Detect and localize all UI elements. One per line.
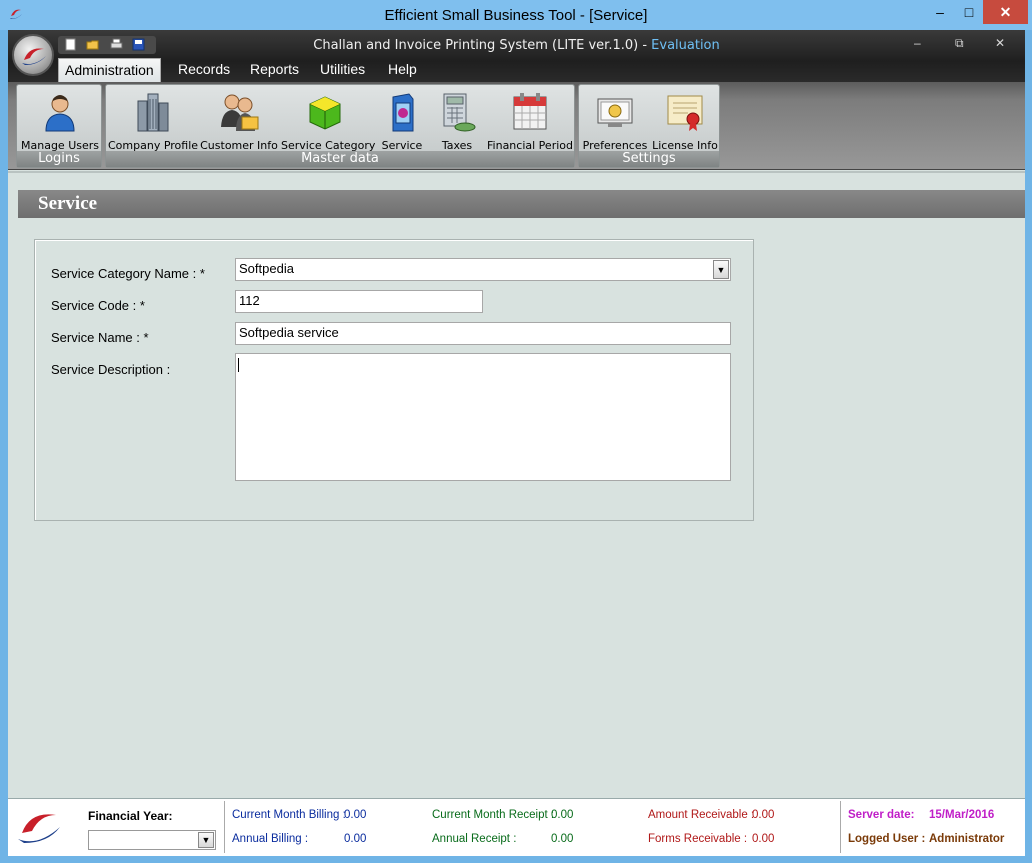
ribbon: Manage Users Logins Company Profile Cust… bbox=[8, 82, 1025, 170]
certificate-icon bbox=[667, 95, 703, 131]
app-client-area: Challan and Invoice Printing System (LIT… bbox=[8, 30, 1025, 856]
preferences-icon bbox=[597, 98, 633, 127]
service-description-field-label: Service Description : bbox=[51, 362, 171, 377]
service-code-input[interactable]: 112 bbox=[235, 290, 483, 313]
current-month-receipt-value: 0.00 bbox=[551, 809, 574, 821]
page-title: Service bbox=[18, 190, 1025, 218]
calendar-icon bbox=[513, 93, 547, 130]
service-category-value: Softpedia bbox=[239, 261, 294, 276]
current-month-billing-label: Current Month Billing : bbox=[232, 809, 346, 821]
ribbon-group-settings-label: Settings bbox=[579, 151, 719, 167]
menu-help[interactable]: Help bbox=[382, 58, 423, 82]
amount-receivable-value: 0.00 bbox=[752, 809, 775, 821]
license-info-button[interactable]: License Info bbox=[651, 89, 719, 152]
annual-billing-value: 0.00 bbox=[344, 833, 367, 845]
window-close-button[interactable]: ✕ bbox=[983, 0, 1028, 24]
app-minimize-button[interactable]: – bbox=[914, 36, 921, 50]
ribbon-group-logins-label: Logins bbox=[17, 151, 101, 167]
service-category-select[interactable]: Softpedia ▼ bbox=[235, 258, 731, 281]
status-divider bbox=[840, 801, 841, 853]
app-caption: Challan and Invoice Printing System (LIT… bbox=[8, 38, 1025, 53]
service-category-button[interactable]: Service Category bbox=[281, 89, 375, 152]
content-area: Service Service Category Name : * Softpe… bbox=[8, 171, 1025, 797]
annual-billing-label: Annual Billing : bbox=[232, 833, 309, 845]
service-code-field-label: Service Code : * bbox=[51, 298, 145, 313]
ribbon-group-master-data: Company Profile Customer Info Service Ca… bbox=[105, 84, 575, 168]
customers-icon bbox=[221, 94, 259, 131]
service-form: Service Category Name : * Softpedia ▼ Se… bbox=[34, 239, 754, 521]
menu-reports[interactable]: Reports bbox=[244, 58, 305, 82]
service-category-field-label: Service Category Name : * bbox=[51, 266, 205, 281]
app-restore-button[interactable]: ⧉ bbox=[955, 36, 964, 51]
forms-receivable-label: Forms Receivable : bbox=[648, 833, 748, 845]
customer-info-button[interactable]: Customer Info bbox=[200, 89, 278, 152]
status-divider bbox=[224, 801, 225, 853]
status-bar: Financial Year: ▼ Current Month Billing … bbox=[8, 798, 1025, 856]
annual-receipt-value: 0.00 bbox=[551, 833, 574, 845]
app-close-button[interactable]: ✕ bbox=[995, 36, 1005, 50]
logged-user-value: Administrator bbox=[929, 833, 1005, 845]
menu-administration[interactable]: Administration bbox=[58, 58, 161, 82]
app-edition: Evaluation bbox=[651, 38, 720, 53]
service-box-icon bbox=[392, 93, 414, 132]
menu-records[interactable]: Records bbox=[172, 58, 236, 82]
user-icon bbox=[45, 95, 75, 132]
financial-year-label: Financial Year: bbox=[88, 809, 173, 823]
ribbon-group-master-data-label: Master data bbox=[106, 151, 574, 167]
menu-utilities[interactable]: Utilities bbox=[314, 58, 371, 82]
calculator-icon bbox=[443, 93, 476, 132]
chevron-down-icon[interactable]: ▼ bbox=[198, 832, 214, 848]
window-minimize-button[interactable]: – bbox=[926, 0, 954, 24]
manage-users-button[interactable]: Manage Users bbox=[17, 89, 103, 152]
current-month-receipt-label: Current Month Receipt : bbox=[432, 809, 555, 821]
server-date-value: 15/Mar/2016 bbox=[929, 809, 995, 821]
service-name-input[interactable]: Softpedia service bbox=[235, 322, 731, 345]
app-header: Challan and Invoice Printing System (LIT… bbox=[8, 30, 1025, 82]
service-code-value: 112 bbox=[239, 293, 260, 308]
taxes-button[interactable]: Taxes bbox=[432, 89, 482, 152]
server-date-label: Server date: bbox=[848, 809, 915, 821]
service-name-value: Softpedia service bbox=[239, 325, 339, 340]
company-logo-icon bbox=[18, 814, 60, 843]
financial-period-button[interactable]: Financial Period bbox=[486, 89, 574, 152]
financial-year-select[interactable]: ▼ bbox=[88, 830, 216, 850]
service-name-field-label: Service Name : * bbox=[51, 330, 149, 345]
preferences-button[interactable]: Preferences bbox=[581, 89, 649, 152]
forms-receivable-value: 0.00 bbox=[752, 833, 775, 845]
ribbon-group-logins: Manage Users Logins bbox=[16, 84, 102, 168]
annual-receipt-label: Annual Receipt : bbox=[432, 833, 517, 845]
amount-receivable-label: Amount Receivable : bbox=[648, 809, 755, 821]
chevron-down-icon[interactable]: ▼ bbox=[713, 260, 729, 279]
app-caption-text: Challan and Invoice Printing System (LIT… bbox=[313, 38, 652, 53]
logged-user-label: Logged User : bbox=[848, 833, 926, 845]
window-titlebar: Efficient Small Business Tool - [Service… bbox=[0, 0, 1032, 30]
ribbon-group-settings: Preferences License Info Settings bbox=[578, 84, 720, 168]
service-button[interactable]: Service bbox=[372, 89, 432, 152]
building-icon bbox=[137, 93, 169, 132]
window-title: Efficient Small Business Tool - [Service… bbox=[384, 7, 648, 24]
company-profile-button[interactable]: Company Profile bbox=[108, 89, 198, 152]
window-maximize-button[interactable]: □ bbox=[955, 0, 983, 24]
service-description-textarea[interactable] bbox=[235, 353, 731, 481]
cube-icon bbox=[309, 96, 341, 130]
text-caret bbox=[238, 358, 239, 372]
current-month-billing-value: 0.00 bbox=[344, 809, 367, 821]
